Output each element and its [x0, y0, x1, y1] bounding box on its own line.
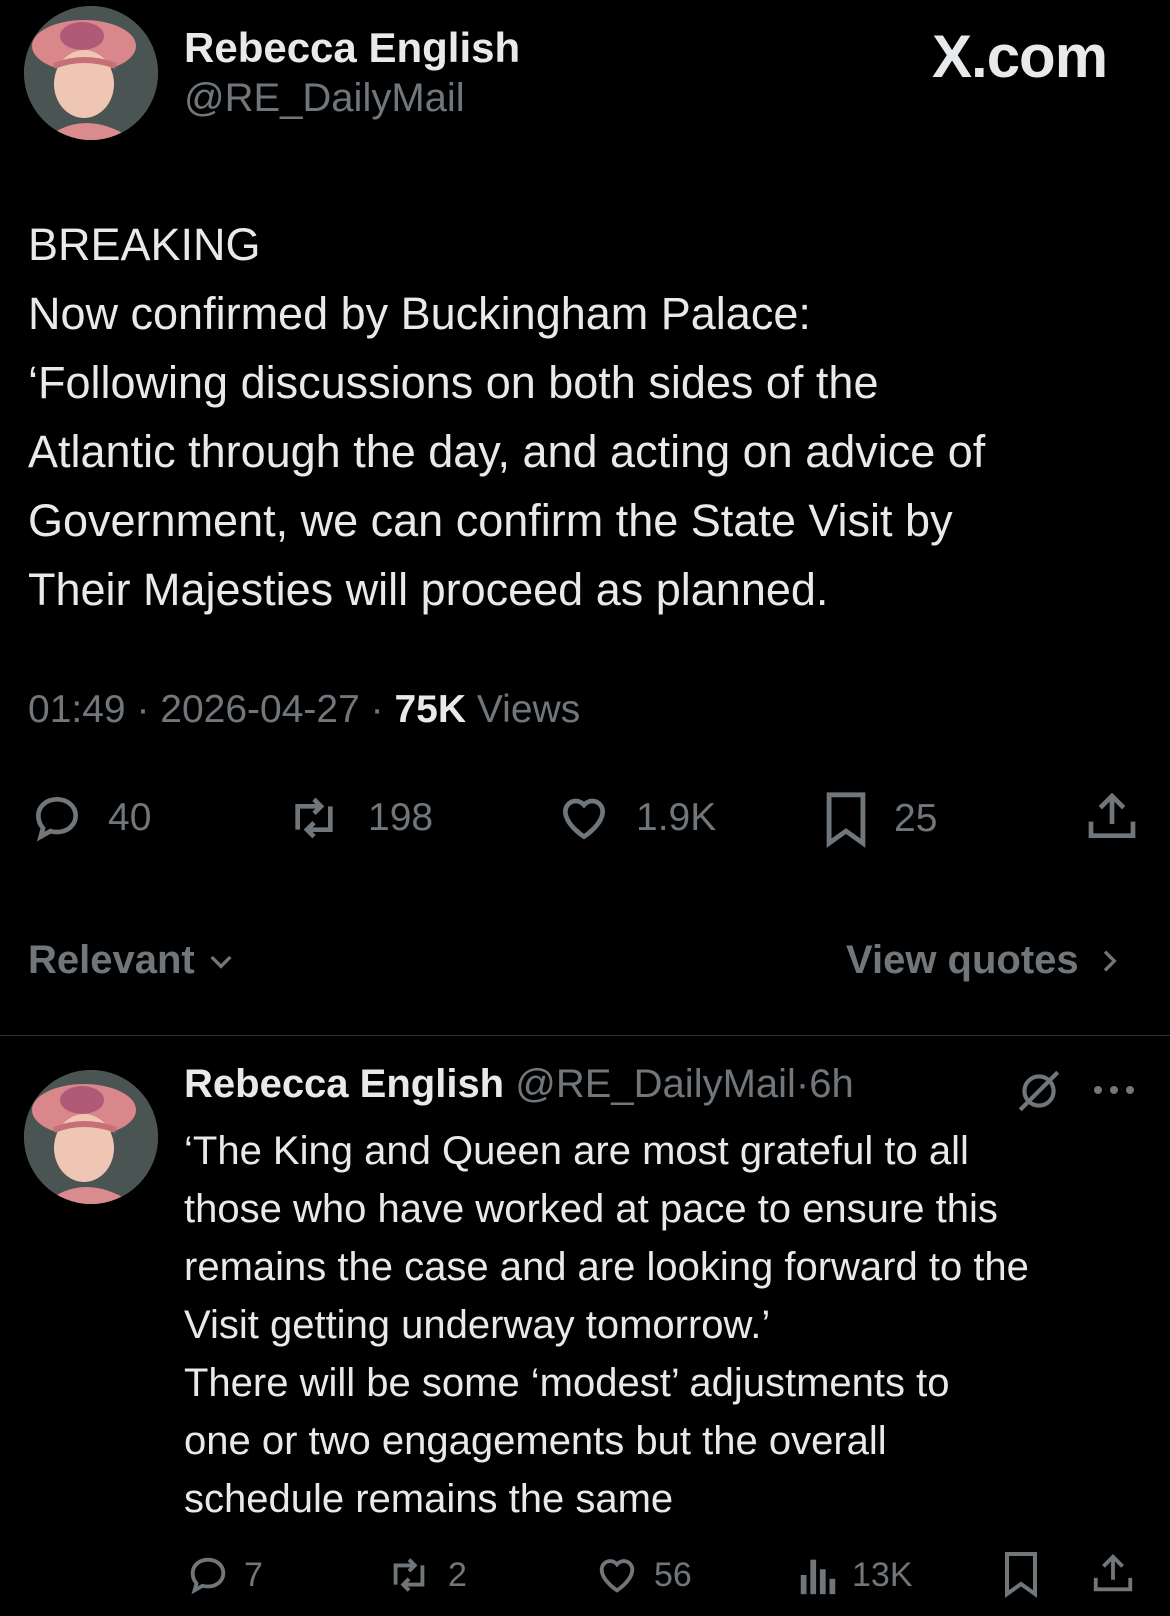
bookmark-icon [826, 792, 866, 848]
reply-text: ‘The King and Queen are most grateful to… [184, 1122, 1144, 1528]
chevron-right-icon [1103, 949, 1117, 972]
reply-icon [190, 1557, 226, 1595]
reply-author-avatar[interactable] [24, 1070, 158, 1204]
reply-line: remains the case and are looking forward… [184, 1245, 1029, 1289]
like-icon [599, 1559, 635, 1593]
views-icon [800, 1559, 836, 1595]
tweet-line: Atlantic through the day, and acting on … [28, 426, 986, 477]
reply-views-count: 13K [852, 1555, 913, 1594]
reply-line: There will be some ‘modest’ adjustments … [184, 1361, 950, 1405]
reply-button[interactable]: 40 [28, 790, 151, 846]
grok-icon [1018, 1070, 1060, 1112]
reply-share-button[interactable] [1090, 1550, 1136, 1598]
repost-count: 198 [368, 796, 434, 839]
author-handle[interactable]: @RE_DailyMail [184, 76, 465, 121]
reply-header: Rebecca English @RE_DailyMail·6h [184, 1062, 854, 1107]
more-icon [1094, 1086, 1134, 1094]
tweet-line: Their Majesties will proceed as planned. [28, 564, 829, 615]
reply-line: schedule remains the same [184, 1477, 674, 1521]
repost-icon [295, 797, 333, 839]
tweet-line: ‘Following discussions on both sides of … [28, 357, 879, 408]
brand-label: X.com [932, 23, 1108, 90]
reply-like-count: 56 [654, 1555, 692, 1594]
tweet-meta: 01:49 · 2026-04-27 · 75K Views [28, 688, 580, 732]
reply-repost-count: 2 [448, 1555, 467, 1594]
repost-icon [393, 1558, 425, 1592]
avatar-image [24, 1070, 158, 1204]
divider [0, 1035, 1170, 1036]
more-button[interactable] [1090, 1080, 1138, 1105]
chevron-down-icon [210, 955, 232, 969]
meta-separator: · [370, 688, 384, 731]
reply-like-button[interactable]: 56 [592, 1552, 692, 1598]
sort-dropdown[interactable]: Relevant [28, 938, 237, 983]
reply-line: those who have worked at pace to ensure … [184, 1187, 998, 1231]
reply-line: ‘The King and Queen are most grateful to… [184, 1129, 969, 1173]
reply-reply-button[interactable]: 7 [184, 1552, 263, 1598]
tweet-date[interactable]: 2026-04-27 [160, 688, 360, 731]
reply-repost-button[interactable]: 2 [382, 1552, 467, 1598]
author-name[interactable]: Rebecca English [184, 24, 520, 72]
share-icon [1093, 1554, 1133, 1592]
tweet-line: Government, we can confirm the State Vis… [28, 495, 953, 546]
like-icon [562, 798, 606, 840]
author-avatar[interactable] [24, 6, 158, 140]
view-quotes-label: View quotes [846, 938, 1079, 982]
share-button[interactable] [1084, 788, 1140, 846]
reply-bookmark-button[interactable] [1000, 1550, 1042, 1598]
reply-line: Visit getting underway tomorrow.’ [184, 1303, 771, 1347]
views-label: Views [476, 688, 581, 731]
reply-views-button[interactable]: 13K [796, 1552, 913, 1598]
views-count: 75K [394, 688, 467, 731]
bookmark-icon [1005, 1552, 1037, 1598]
reply-age[interactable]: 6h [809, 1062, 854, 1106]
repost-button[interactable]: 198 [282, 790, 433, 846]
reply-line: one or two engagements but the overall [184, 1419, 887, 1463]
bookmark-count: 25 [894, 797, 938, 840]
reply-count: 40 [108, 796, 152, 839]
avatar-image [24, 6, 158, 140]
meta-separator: · [136, 688, 150, 731]
tweet-time[interactable]: 01:49 [28, 688, 126, 731]
sort-label: Relevant [28, 938, 195, 982]
tweet-line: Now confirmed by Buckingham Palace: [28, 288, 811, 339]
grok-button[interactable] [1014, 1066, 1064, 1121]
reply-separator: · [795, 1062, 810, 1106]
reply-reply-count: 7 [244, 1555, 263, 1594]
view-quotes-link[interactable]: View quotes [846, 938, 1125, 983]
tweet-line: BREAKING [28, 219, 261, 270]
reply-author-name[interactable]: Rebecca English [184, 1062, 504, 1106]
reply-icon [35, 796, 79, 842]
share-icon [1088, 792, 1136, 838]
tweet-text: BREAKING Now confirmed by Buckingham Pal… [28, 210, 1148, 624]
reply-author-handle[interactable]: @RE_DailyMail [515, 1062, 796, 1106]
bookmark-button[interactable]: 25 [820, 790, 937, 848]
like-button[interactable]: 1.9K [554, 790, 716, 846]
like-count: 1.9K [636, 796, 717, 839]
